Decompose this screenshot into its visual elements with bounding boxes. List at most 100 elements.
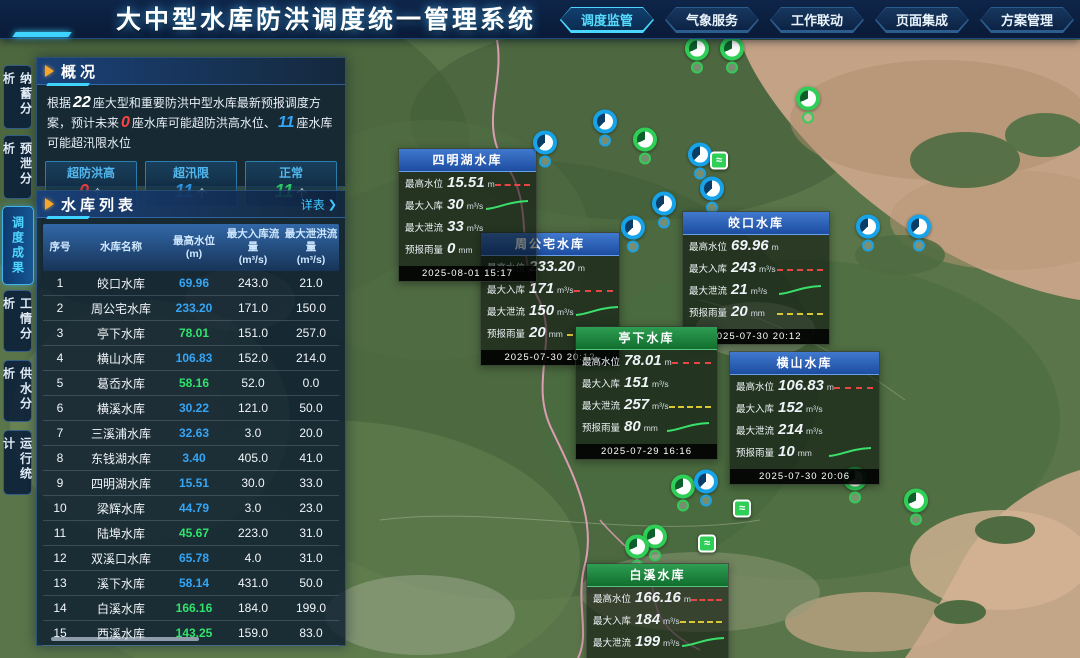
reservoir-marker[interactable]: [904, 489, 928, 526]
popup-row-unit: m: [684, 594, 691, 604]
cell-max-level: 58.16: [165, 376, 223, 390]
detail-table-link[interactable]: 详表 ❯: [301, 196, 337, 213]
reservoir-marker[interactable]: ≈: [733, 500, 751, 518]
reservoir-marker[interactable]: [720, 37, 744, 74]
reservoir-marker[interactable]: [685, 37, 709, 74]
popup-row: 预报雨量 0 mm: [399, 240, 536, 262]
reservoir-marker[interactable]: [593, 110, 617, 147]
sidebar-tab[interactable]: 供水分析: [3, 360, 32, 422]
cell-max-outflow: 0.0: [283, 376, 339, 390]
reservoir-marker[interactable]: [688, 143, 712, 180]
cell-max-inflow: 223.0: [223, 526, 283, 540]
popup-row: 最大泄流 214 m³/s: [730, 421, 879, 443]
reservoir-list-title: 水库列表: [61, 194, 137, 215]
reservoir-marker[interactable]: [621, 216, 645, 253]
table-row[interactable]: 2 周公宅水库 233.20 171.0 150.0: [43, 296, 339, 321]
table-row[interactable]: 14 白溪水库 166.16 184.0 199.0: [43, 596, 339, 621]
cell-max-inflow: 243.0: [223, 276, 283, 290]
popup-row-value: 20: [731, 303, 748, 320]
sidebar-tab[interactable]: 纳蓄分析: [3, 65, 32, 129]
sparkline: [680, 635, 726, 653]
nav-button[interactable]: 方案管理: [980, 7, 1074, 33]
summary-text: 座水库可能超防洪高水位、: [132, 116, 276, 130]
sidebar-tab-label: 预泄分析: [1, 136, 35, 198]
nav-button[interactable]: 气象服务: [665, 7, 759, 33]
cell-no: 3: [43, 326, 77, 340]
table-row[interactable]: 3 亭下水库 78.01 151.0 257.0: [43, 321, 339, 346]
reservoir-marker[interactable]: [671, 475, 695, 512]
cell-max-inflow: 4.0: [223, 551, 283, 565]
table-row[interactable]: 9 四明湖水库 15.51 30.0 33.0: [43, 471, 339, 496]
popup-row-label: 最大入库: [582, 376, 620, 390]
popup-row-value: 69.96: [731, 237, 769, 254]
table-row[interactable]: 5 葛岙水库 58.16 52.0 0.0: [43, 371, 339, 396]
table-row[interactable]: 12 双溪口水库 65.78 4.0 31.0: [43, 546, 339, 571]
popup-row-unit: m³/s: [759, 264, 776, 274]
reservoir-popup: 皎口水库 最高水位 69.96 m 最大入库 243 m³/s 最大泄流 21 …: [682, 211, 830, 345]
sidebar-tab[interactable]: 运行统计: [3, 430, 32, 495]
sidebar-tab[interactable]: 工情分析: [3, 290, 32, 352]
popup-row: 最高水位 78.01 m: [576, 352, 717, 374]
popup-body: 最高水位 106.83 m 最大入库 152 m³/s 最大泄流 214 m³/…: [730, 375, 879, 467]
cell-no: 14: [43, 601, 77, 615]
reservoir-marker[interactable]: [633, 128, 657, 165]
table-row[interactable]: 1 皎口水库 69.96 243.0 21.0: [43, 271, 339, 296]
chevron-right-icon: ❯: [328, 198, 337, 211]
reservoir-marker[interactable]: [907, 215, 931, 252]
sidebar-tab[interactable]: 预泄分析: [3, 135, 32, 199]
nav-button[interactable]: 页面集成: [875, 7, 969, 33]
popup-body: 最高水位 15.51 m 最大入库 30 m³/s 最大泄流 33 m³/s 预…: [399, 172, 536, 264]
table-row[interactable]: 11 陆埠水库 45.67 223.0 31.0: [43, 521, 339, 546]
table-row[interactable]: 6 横溪水库 30.22 121.0 50.0: [43, 396, 339, 421]
table-row[interactable]: 7 三溪浦水库 32.63 3.0 20.0: [43, 421, 339, 446]
popup-row-label: 最大入库: [736, 401, 774, 415]
cell-no: 10: [43, 501, 77, 515]
cell-max-level: 30.22: [165, 401, 223, 415]
reservoir-marker[interactable]: ≈: [710, 152, 728, 170]
stat-label: 超防洪高: [67, 165, 115, 181]
popup-row-label: 预报雨量: [736, 445, 774, 459]
top-header: 大中型水库防洪调度统一管理系统 调度监管 气象服务 工作联动 页面集成 方案管理: [0, 0, 1080, 38]
table-row[interactable]: 13 溪下水库 58.14 431.0 50.0: [43, 571, 339, 596]
cell-name: 东钱湖水库: [77, 450, 165, 467]
reservoir-marker[interactable]: [533, 131, 557, 168]
cell-no: 6: [43, 401, 77, 415]
popup-row-value: 243: [731, 259, 756, 276]
reservoir-marker[interactable]: [652, 192, 676, 229]
popup-row-value: 152: [778, 399, 803, 416]
nav-button-label: 方案管理: [1001, 10, 1053, 29]
marker-pin-icon: [599, 135, 611, 147]
sparkline: [680, 621, 722, 623]
reservoir-marker[interactable]: [856, 215, 880, 252]
popup-row-unit: mm: [458, 245, 472, 255]
sidebar-tab-label: 工情分析: [1, 291, 35, 351]
table-row[interactable]: 8 东钱湖水库 3.40 405.0 41.0: [43, 446, 339, 471]
popup-row-value: 199: [635, 633, 660, 650]
reservoir-marker[interactable]: [694, 470, 718, 507]
cell-max-level: 233.20: [165, 301, 223, 315]
popup-row-unit: m³/s: [652, 401, 669, 411]
popup-title: 横山水库: [730, 352, 879, 375]
sidebar-tab[interactable]: 调度成果: [2, 206, 34, 285]
cell-no: 2: [43, 301, 77, 315]
reservoir-list-header: 水库列表 详表 ❯: [37, 191, 345, 218]
reservoir-popup: 横山水库 最高水位 106.83 m 最大入库 152 m³/s 最大泄流 21…: [729, 351, 880, 485]
nav-button[interactable]: 调度监管: [560, 7, 654, 33]
pie-marker-icon: [621, 216, 645, 240]
table-row[interactable]: 15 西溪水库 143.25 159.0 83.0: [43, 621, 339, 646]
table-row[interactable]: 4 横山水库 106.83 152.0 214.0: [43, 346, 339, 371]
table-scrollbar[interactable]: [51, 637, 199, 641]
table-row[interactable]: 10 梁辉水库 44.79 3.0 23.0: [43, 496, 339, 521]
pie-marker-icon: [904, 489, 928, 513]
sparkline: [777, 269, 823, 271]
nav-button[interactable]: 工作联动: [770, 7, 864, 33]
popup-row-value: 33: [447, 218, 464, 235]
popup-row-value: 166.16: [635, 589, 681, 606]
cell-max-inflow: 121.0: [223, 401, 283, 415]
pie-marker-icon: [652, 192, 676, 216]
reservoir-marker[interactable]: ≈: [698, 535, 716, 553]
cell-name: 四明湖水库: [77, 475, 165, 492]
popup-row-label: 最大泄流: [736, 423, 774, 437]
reservoir-marker[interactable]: [796, 87, 820, 124]
reservoir-marker[interactable]: [700, 177, 724, 214]
